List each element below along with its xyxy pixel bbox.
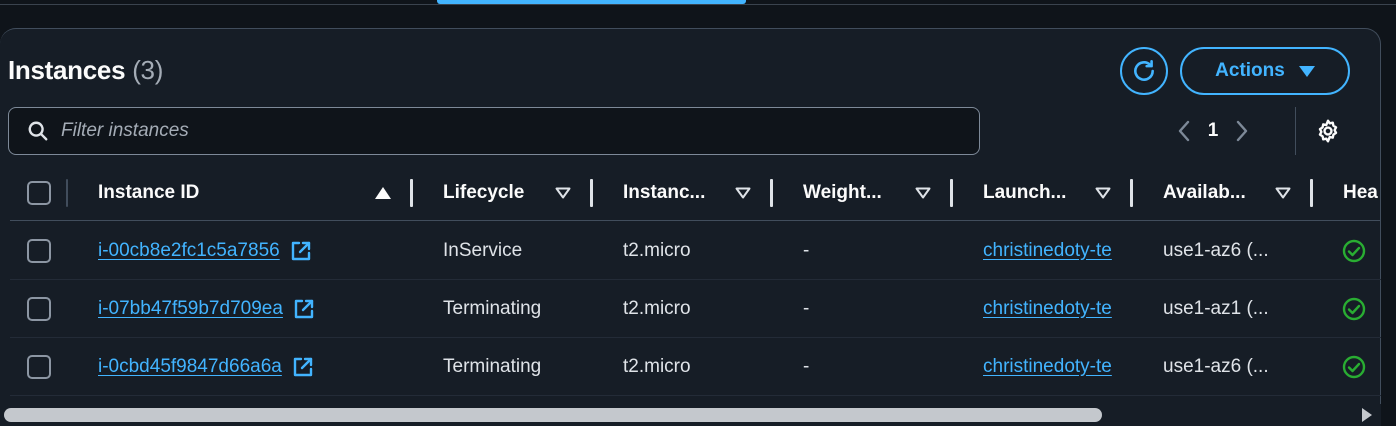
instance-id-link[interactable]: i-00cb8e2fc1c5a7856 <box>98 240 280 262</box>
sort-caret-icon[interactable] <box>555 165 571 221</box>
sort-ascending-icon[interactable] <box>375 165 391 221</box>
row-select-cell <box>27 280 51 337</box>
gear-icon <box>1318 119 1338 143</box>
refresh-button[interactable] <box>1120 47 1168 95</box>
select-all-cell <box>27 165 51 220</box>
instance-count: (3) <box>132 55 164 85</box>
filter-instances-input[interactable] <box>61 120 941 142</box>
launch-cell: christinedoty-te <box>983 338 1133 395</box>
external-link-icon[interactable] <box>292 356 314 378</box>
chevron-left-icon <box>1178 120 1190 142</box>
launch-template-link[interactable]: christinedoty-te <box>983 298 1112 320</box>
row-select-cell <box>27 338 51 395</box>
health-cell <box>1342 338 1366 395</box>
page-title: Instances (3) <box>8 55 163 86</box>
check-circle-icon <box>1342 239 1366 262</box>
lifecycle-cell: Terminating <box>443 355 542 377</box>
launch-template-link[interactable]: christinedoty-te <box>983 356 1112 378</box>
title-text: Instances <box>8 55 126 85</box>
column-header-lifecycle[interactable]: Lifecycle <box>443 165 524 220</box>
actions-label: Actions <box>1215 60 1285 81</box>
column-divider <box>66 179 68 207</box>
actions-dropdown-button[interactable]: Actions <box>1180 47 1350 95</box>
row-select-cell <box>27 222 51 279</box>
page-number-1[interactable]: 1 <box>1198 120 1228 142</box>
caret-down-icon <box>1298 65 1315 77</box>
sort-caret-icon[interactable] <box>915 165 931 221</box>
instance-id-cell: i-00cb8e2fc1c5a7856 <box>98 222 312 279</box>
search-icon <box>28 121 48 141</box>
active-tab-indicator <box>437 0 746 4</box>
availability-zone-cell: use1-az1 (... <box>1163 297 1269 319</box>
weight-cell: - <box>803 297 810 319</box>
previous-page-button[interactable] <box>1170 112 1198 150</box>
scroll-right-arrow-icon[interactable] <box>1362 408 1372 422</box>
health-cell <box>1342 280 1366 337</box>
column-header-health[interactable]: Hea <box>1343 165 1381 220</box>
instance-id-link[interactable]: i-07bb47f59b7d709ea <box>98 298 283 320</box>
table-header-row: Instance ID Lifecycle Instanc... Weight.… <box>10 165 1381 221</box>
filter-search-box[interactable] <box>8 107 980 155</box>
row-checkbox[interactable] <box>27 296 51 321</box>
launch-template-link[interactable]: christinedoty-te <box>983 240 1112 262</box>
column-resizer[interactable] <box>410 179 413 207</box>
weight-cell: - <box>803 355 810 377</box>
row-checkbox[interactable] <box>27 354 51 379</box>
sort-caret-icon[interactable] <box>1275 165 1291 221</box>
column-header-instance-id[interactable]: Instance ID <box>98 165 199 220</box>
column-resizer[interactable] <box>590 179 593 207</box>
check-circle-icon <box>1342 355 1366 378</box>
instance-type-cell: t2.micro <box>623 355 691 377</box>
external-link-icon[interactable] <box>293 298 315 320</box>
sort-caret-icon[interactable] <box>735 165 751 221</box>
table-preferences-button[interactable] <box>1313 116 1343 146</box>
lifecycle-cell: Terminating <box>443 297 542 319</box>
next-page-button[interactable] <box>1228 112 1256 150</box>
column-header-weight[interactable]: Weight... <box>803 165 882 220</box>
instance-type-cell: t2.micro <box>623 297 691 319</box>
instance-type-cell: t2.micro <box>623 239 691 261</box>
column-header-availability-zone[interactable]: Availab... <box>1163 165 1246 220</box>
scrollbar-thumb[interactable] <box>4 408 1102 422</box>
lifecycle-cell: InService <box>443 239 523 261</box>
launch-cell: christinedoty-te <box>983 280 1133 337</box>
select-all-checkbox[interactable] <box>27 180 51 205</box>
row-checkbox[interactable] <box>27 238 51 263</box>
pagination: 1 <box>1170 112 1256 150</box>
weight-cell: - <box>803 239 810 261</box>
availability-zone-cell: use1-az6 (... <box>1163 239 1269 261</box>
launch-cell: christinedoty-te <box>983 222 1133 279</box>
refresh-icon <box>1134 59 1154 81</box>
availability-zone-cell: use1-az6 (... <box>1163 355 1269 377</box>
column-header-instance-type[interactable]: Instanc... <box>623 165 705 220</box>
table-row: i-07bb47f59b7d709ea Terminating t2.micro… <box>10 280 1381 338</box>
instance-id-cell: i-0cbd45f9847d66a6a <box>98 338 314 395</box>
table-row: i-0cbd45f9847d66a6a Terminating t2.micro… <box>10 338 1381 396</box>
instance-id-cell: i-07bb47f59b7d709ea <box>98 280 315 337</box>
column-resizer[interactable] <box>1130 179 1133 207</box>
column-resizer[interactable] <box>950 179 953 207</box>
chevron-right-icon <box>1236 120 1248 142</box>
table-row: i-00cb8e2fc1c5a7856 InService t2.micro -… <box>10 222 1381 280</box>
instance-id-link[interactable]: i-0cbd45f9847d66a6a <box>98 356 282 378</box>
column-resizer[interactable] <box>1310 179 1313 207</box>
health-cell <box>1342 222 1366 279</box>
sort-caret-icon[interactable] <box>1095 165 1111 221</box>
top-divider <box>0 4 1396 5</box>
column-header-launch[interactable]: Launch... <box>983 165 1066 220</box>
column-resizer[interactable] <box>770 179 773 207</box>
check-circle-icon <box>1342 297 1366 320</box>
pager-divider <box>1295 107 1296 155</box>
external-link-icon[interactable] <box>290 240 312 262</box>
